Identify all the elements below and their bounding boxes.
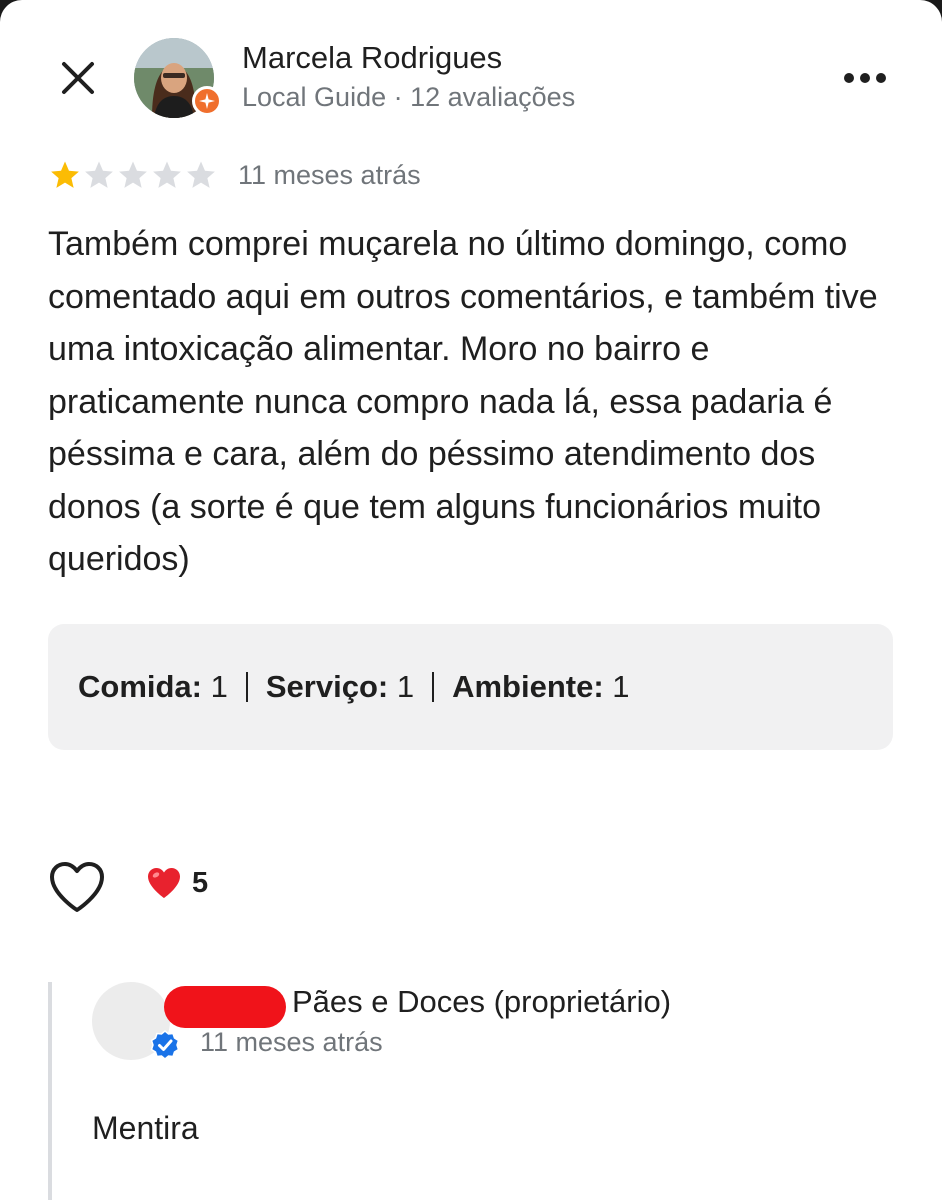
owner-reply-text: Mentira	[92, 1110, 199, 1146]
reaction-count: 5	[192, 866, 209, 899]
reaction-summary[interactable]: 5	[146, 866, 208, 900]
sub-rating-atmosphere: Ambiente: 1	[452, 669, 630, 704]
local-guide-badge	[192, 86, 222, 116]
owner-reply-rule	[48, 982, 52, 1200]
star-empty-icon	[153, 161, 181, 188]
review-detail-sheet: Marcela Rodrigues Local Guide · 12 avali…	[0, 0, 942, 1200]
sub-ratings-box: Comida: 1 Serviço: 1 Ambiente: 1	[48, 624, 893, 750]
more-horizontal-icon	[844, 73, 886, 83]
star-empty-icon	[119, 161, 147, 188]
star-empty-icon	[85, 161, 113, 188]
red-heart-icon	[148, 868, 180, 898]
redaction-mark	[164, 986, 286, 1028]
star-empty-icon	[187, 161, 215, 188]
more-options-button[interactable]	[836, 56, 894, 100]
like-button[interactable]	[48, 860, 106, 914]
sub-rating-service: Serviço: 1	[265, 669, 415, 704]
divider	[432, 672, 435, 702]
verified-check-icon	[150, 1030, 180, 1060]
close-icon	[62, 62, 94, 94]
reviewer-meta[interactable]: Local Guide · 12 avaliações	[242, 82, 575, 113]
star-filled-icon	[51, 161, 79, 188]
close-button[interactable]	[52, 52, 104, 104]
review-time: 11 meses atrás	[238, 160, 421, 190]
star-rating	[48, 158, 218, 192]
heart-outline-icon	[50, 862, 104, 912]
divider	[245, 672, 248, 702]
sub-rating-food: Comida: 1	[78, 669, 228, 704]
local-guide-star-icon	[199, 93, 215, 109]
owner-reply-time: 11 meses atrás	[200, 1027, 383, 1057]
review-text: Também comprei muçarela no último doming…	[48, 225, 878, 578]
reviewer-name[interactable]: Marcela Rodrigues	[242, 40, 502, 76]
owner-name: Pães e Doces (proprietário)	[292, 984, 672, 1019]
